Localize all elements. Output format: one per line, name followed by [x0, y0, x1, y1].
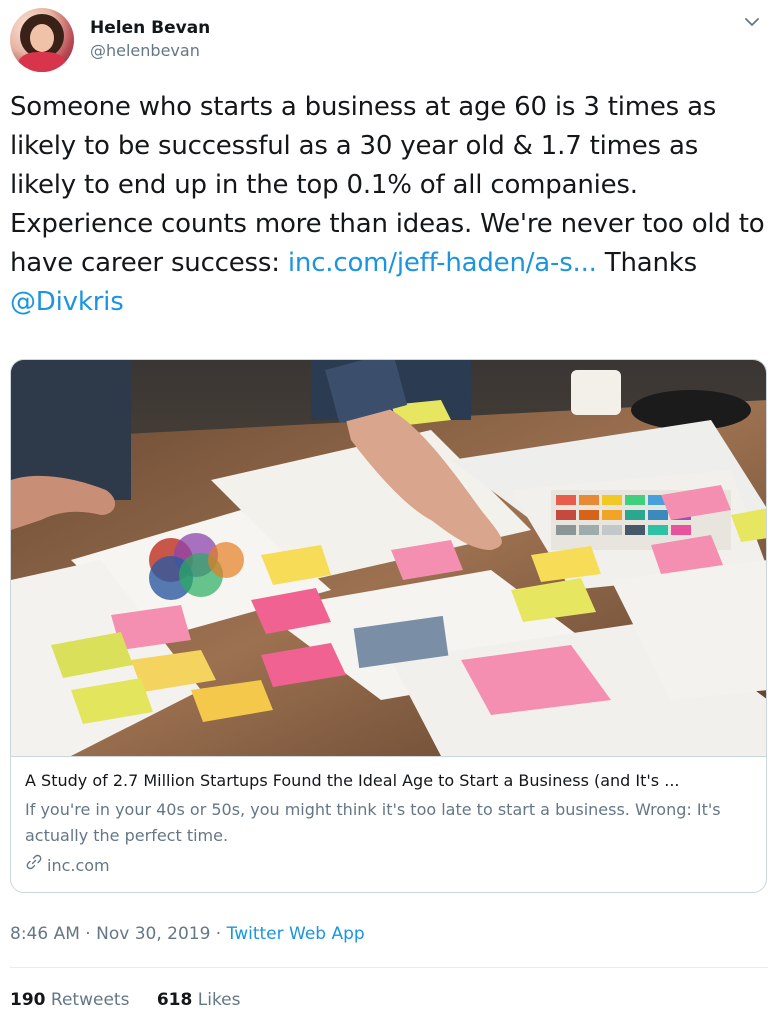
- tweet-text-thanks: Thanks: [596, 248, 697, 278]
- card-title[interactable]: A Study of 2.7 Million Startups Found th…: [25, 769, 755, 793]
- mention-link[interactable]: @Divkris: [10, 287, 124, 317]
- retweets-stat[interactable]: 190 Retweets: [10, 988, 129, 1012]
- card-description: If you're in your 40s or 50s, you might …: [25, 800, 721, 845]
- avatar-face: [30, 24, 54, 52]
- tweet: Helen Bevan @helenbevan Someone who star…: [0, 0, 778, 1024]
- tweet-link[interactable]: inc.com/jeff-haden/a-s...: [288, 248, 597, 278]
- card-domain[interactable]: inc.com: [25, 853, 110, 878]
- link-card[interactable]: A Study of 2.7 Million Startups Found th…: [10, 359, 767, 893]
- meta-separator: ·: [79, 924, 97, 944]
- retweets-count: 190: [10, 990, 46, 1010]
- meta-separator: ·: [210, 924, 227, 944]
- tweet-date[interactable]: Nov 30, 2019: [96, 924, 210, 944]
- retweets-label: Retweets: [50, 990, 130, 1010]
- tweet-text: Someone who starts a business at age 60 …: [10, 88, 770, 322]
- avatar[interactable]: [10, 8, 74, 72]
- tweet-meta: 8:46 AM · Nov 30, 2019 · Twitter Web App: [10, 922, 365, 946]
- divider: [10, 967, 768, 968]
- avatar-shirt: [18, 52, 66, 72]
- tweet-time[interactable]: 8:46 AM: [10, 924, 80, 944]
- card-body[interactable]: A Study of 2.7 Million Startups Found th…: [11, 756, 766, 892]
- author-handle[interactable]: @helenbevan: [90, 40, 210, 62]
- author-info[interactable]: Helen Bevan @helenbevan: [90, 18, 210, 62]
- card-image[interactable]: [11, 360, 766, 756]
- card-domain-text: inc.com: [47, 855, 110, 875]
- chevron-down-icon[interactable]: [742, 12, 762, 32]
- author-display-name[interactable]: Helen Bevan: [90, 18, 210, 38]
- tweet-source[interactable]: Twitter Web App: [227, 924, 365, 944]
- likes-label: Likes: [197, 990, 241, 1010]
- likes-stat[interactable]: 618 Likes: [157, 988, 241, 1012]
- link-icon: [25, 853, 47, 878]
- likes-count: 618: [156, 990, 193, 1010]
- tweet-header: Helen Bevan @helenbevan: [10, 8, 768, 72]
- tweet-stats: 190 Retweets 618 Likes: [10, 988, 263, 1012]
